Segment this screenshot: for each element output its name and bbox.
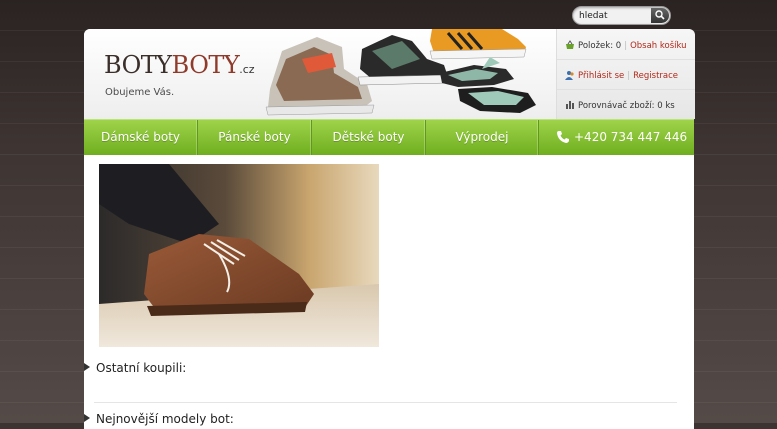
nav-item-vyprodej[interactable]: Výprodej [426,120,539,155]
account-row: Přihlásit se | Registrace [565,70,678,81]
cart-row: Položek: 0 | Obsah košíku [565,40,687,51]
logo-tld: .cz [239,63,255,76]
leather-shoe-image [99,164,379,347]
divider [94,402,677,403]
header: BOTYBOTY.cz Obujeme Vás. Položek: 0 | Ob… [84,29,695,119]
section-title: Ostatní koupili: [96,361,187,375]
divider [557,59,695,60]
phone-contact: +420 734 447 446 [538,120,694,155]
nav-item-damske-boty[interactable]: Dámské boty [84,120,198,155]
compare-row[interactable]: Porovnávač zboží: 0 ks [565,100,675,111]
cart-link[interactable]: Obsah košíku [630,41,686,51]
tagline: Obujeme Vás. [105,87,175,98]
section-newest-models: Nejnovější modely bot: [84,412,234,426]
hero-shoe-photo [99,164,379,347]
search-button[interactable] [651,8,669,23]
section-title: Nejnovější modely bot: [96,412,234,426]
shoes-banner-image [265,29,536,116]
bullet-arrow-icon [84,363,90,371]
search-icon [655,10,665,20]
main-nav: Dámské boty Pánské boty Dětské boty Výpr… [84,119,694,155]
compare-icon [566,101,574,109]
section-others-bought: Ostatní koupili: [84,361,186,375]
logo-part2: BOTY [171,51,240,79]
phone-icon [557,131,569,143]
logo-part1: BOTY [104,51,172,79]
nav-item-detske-boty[interactable]: Dětské boty [312,120,426,155]
divider [557,89,695,90]
basket-icon [566,40,574,49]
users-icon [565,71,574,80]
compare-label: Porovnávač zboží: 0 ks [578,101,675,111]
login-link[interactable]: Přihlásit se [578,71,624,81]
search-input[interactable] [579,8,647,23]
site-container: BOTYBOTY.cz Obujeme Vás. Položek: 0 | Ob… [84,29,695,429]
search-box [572,6,671,25]
nav-item-panske-boty[interactable]: Pánské boty [198,120,312,155]
phone-number: +420 734 447 446 [574,130,688,144]
cart-items-count: Položek: 0 [578,41,622,51]
bullet-arrow-icon [84,414,90,422]
logo[interactable]: BOTYBOTY.cz [104,51,255,79]
register-link[interactable]: Registrace [633,71,678,81]
user-panel: Položek: 0 | Obsah košíku Přihlásit se | Reg… [556,29,695,119]
